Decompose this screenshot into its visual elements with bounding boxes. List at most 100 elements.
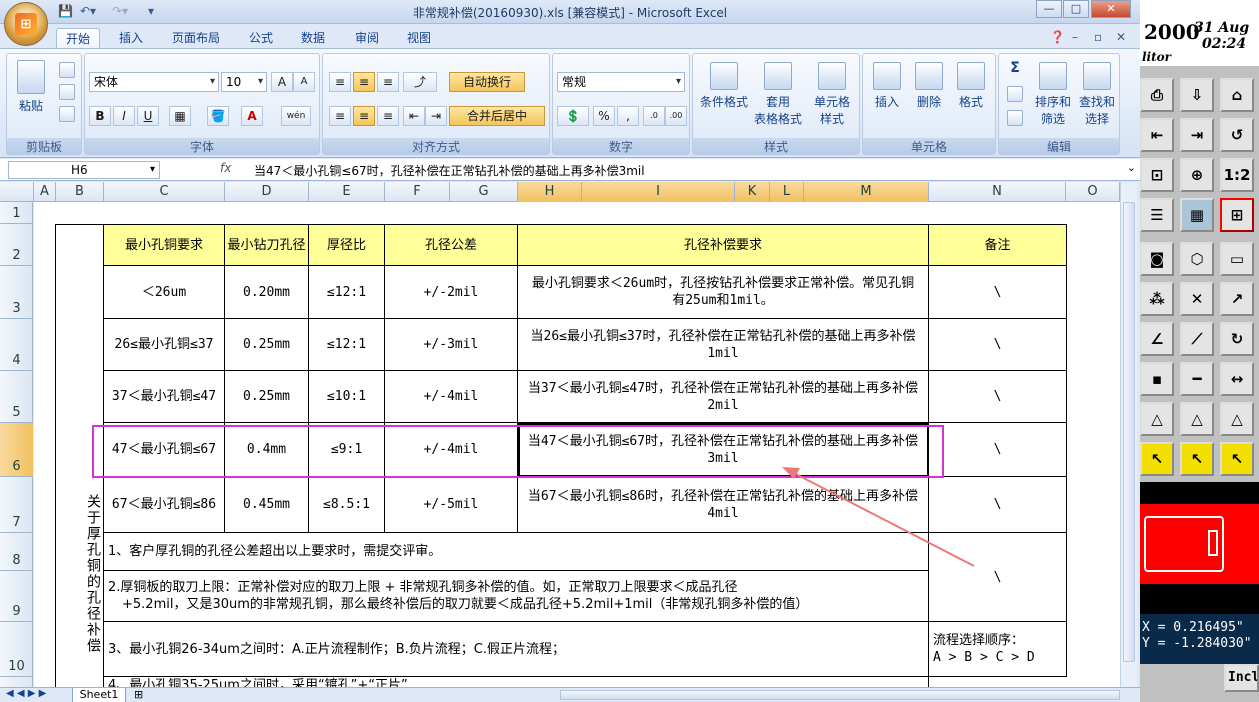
col-header-k[interactable]: K — [735, 182, 770, 202]
fill-icon[interactable] — [1007, 86, 1023, 102]
col-header-l[interactable]: L — [770, 182, 804, 202]
minimize-button[interactable]: — — [1036, 0, 1062, 18]
tool-import-icon[interactable]: ⇤ — [1140, 118, 1174, 152]
col-header-e[interactable]: E — [309, 182, 385, 202]
tab-formulas[interactable]: 公式 — [240, 28, 282, 48]
col-header-n[interactable]: N — [929, 182, 1066, 202]
sheet-nav-icon[interactable]: ◀ ◀ ▶ ▶ — [6, 688, 46, 699]
tool-measure-icon[interactable]: ↔ — [1220, 362, 1254, 396]
comma-button[interactable]: , — [617, 106, 639, 126]
align-right-button[interactable]: ≡ — [377, 106, 399, 126]
row-header-1[interactable]: 1 — [0, 202, 33, 224]
tool-pointer-alt-icon[interactable]: ↖ — [1220, 442, 1254, 476]
tool-grid-icon[interactable]: ▦ — [1180, 198, 1214, 232]
tool-pointer-box-icon[interactable]: ↖ — [1180, 442, 1214, 476]
tool-export-icon[interactable]: ⇥ — [1180, 118, 1214, 152]
tool-triangle-a-icon[interactable]: △ — [1180, 402, 1214, 436]
row-header-5[interactable]: 5 — [0, 371, 33, 423]
align-left-button[interactable]: ≡ — [329, 106, 351, 126]
currency-button[interactable]: 💲 — [557, 106, 589, 126]
underline-button[interactable]: U — [137, 106, 159, 126]
horizontal-scrollbar[interactable] — [560, 690, 1120, 700]
number-format-combo[interactable]: 常规 — [557, 72, 685, 92]
italic-button[interactable]: I — [113, 106, 135, 126]
help-icon[interactable]: ❓ — [1050, 30, 1065, 46]
font-size-combo[interactable]: 10 — [221, 72, 267, 92]
ribbon-close-icon[interactable]: ✕ — [1116, 30, 1126, 46]
bold-button[interactable]: B — [89, 106, 111, 126]
tool-shape-icon[interactable]: ⬡ — [1180, 242, 1214, 276]
tool-angle-icon[interactable]: ∠ — [1140, 322, 1174, 356]
merge-center-button[interactable]: 合并后居中 — [449, 106, 545, 126]
row-header-7[interactable]: 7 — [0, 477, 33, 533]
font-name-combo[interactable]: 宋体 — [89, 72, 219, 92]
col-header-b[interactable]: B — [56, 182, 104, 202]
font-color-button[interactable]: A — [241, 106, 263, 126]
tool-fit-icon[interactable]: ⊡ — [1140, 158, 1174, 192]
tool-line-icon[interactable]: ⟋ — [1180, 322, 1214, 356]
tool-pointer-icon[interactable]: ↖ — [1140, 442, 1174, 476]
col-header-i[interactable]: I — [582, 182, 735, 202]
tool-scale-button[interactable]: 1:2 — [1220, 158, 1254, 192]
ribbon-minimize-icon[interactable]: – — [1072, 30, 1078, 46]
insert-sheet-icon[interactable]: ⊞ — [134, 688, 143, 701]
tool-ruler-icon[interactable]: ▭ — [1220, 242, 1254, 276]
fx-button[interactable]: fx — [220, 161, 231, 175]
tool-triangle-b-icon[interactable]: △ — [1220, 402, 1254, 436]
tool-connect-icon[interactable]: ⁂ — [1140, 282, 1174, 316]
tool-cross-icon[interactable]: ✕ — [1180, 282, 1214, 316]
clear-icon[interactable] — [1007, 110, 1023, 126]
worksheet-grid[interactable]: 关于厚孔铜的孔径补偿 最小孔铜要求 最小钻刀孔径 厚径比 孔径公差 孔径补偿要求… — [34, 202, 1120, 687]
phonetic-button[interactable]: wén — [281, 106, 311, 126]
tool-cycle-icon[interactable]: ↺ — [1220, 118, 1254, 152]
cut-icon[interactable] — [59, 62, 75, 78]
fill-color-button[interactable]: 🪣 — [207, 106, 229, 126]
tool-select-icon[interactable]: ⊞ — [1220, 198, 1254, 232]
row-header-4[interactable]: 4 — [0, 319, 33, 371]
tab-data[interactable]: 数据 — [292, 28, 334, 48]
tab-page-layout[interactable]: 页面布局 — [164, 28, 228, 48]
percent-button[interactable]: % — [593, 106, 615, 126]
autosum-button[interactable]: Σ — [1003, 60, 1027, 76]
tool-home-icon[interactable]: ⌂ — [1220, 78, 1254, 112]
copy-icon[interactable] — [59, 84, 75, 100]
cell-styles-button[interactable]: 单元格 样式 — [805, 62, 859, 127]
col-header-a[interactable]: A — [34, 182, 56, 202]
row-header-6[interactable]: 6 — [0, 423, 33, 477]
format-cells-button[interactable]: 格式 — [951, 62, 991, 110]
increase-indent-button[interactable]: ⇥ — [425, 106, 447, 126]
align-bottom-button[interactable]: ≡ — [377, 72, 399, 92]
incl-button[interactable]: Incl — [1224, 664, 1259, 692]
col-header-d[interactable]: D — [225, 182, 309, 202]
align-top-button[interactable]: ≡ — [329, 72, 351, 92]
format-painter-icon[interactable] — [59, 106, 75, 122]
maximize-button[interactable]: □ — [1063, 0, 1089, 18]
select-all-corner[interactable] — [0, 182, 34, 202]
vertical-scrollbar[interactable] — [1120, 182, 1137, 687]
row-header-10[interactable]: 10 — [0, 622, 33, 677]
delete-cells-button[interactable]: 删除 — [909, 62, 949, 110]
tab-review[interactable]: 审阅 — [346, 28, 388, 48]
office-button[interactable]: ⊞ — [4, 2, 48, 46]
align-middle-button[interactable]: ≡ — [353, 72, 375, 92]
insert-cells-button[interactable]: 插入 — [867, 62, 907, 110]
shrink-font-button[interactable]: A — [293, 72, 315, 92]
tool-triangle-icon[interactable]: △ — [1140, 402, 1174, 436]
wrap-text-button[interactable]: 自动换行 — [449, 72, 525, 92]
row-header-3[interactable]: 3 — [0, 266, 33, 319]
tool-layers-icon[interactable]: ☰ — [1140, 198, 1174, 232]
row-header-2[interactable]: 2 — [0, 224, 33, 266]
col-header-f[interactable]: F — [385, 182, 450, 202]
sheet-tab-sheet1[interactable]: Sheet1 — [72, 688, 126, 702]
conditional-format-button[interactable]: 条件格式 — [697, 62, 751, 110]
tab-home[interactable]: 开始 — [56, 28, 100, 48]
grow-font-button[interactable]: A — [271, 72, 293, 92]
row-header-8[interactable]: 8 — [0, 533, 33, 571]
tool-center-icon[interactable]: ⊕ — [1180, 158, 1214, 192]
tool-arc-icon[interactable]: ↻ — [1220, 322, 1254, 356]
decrease-decimal-button[interactable]: .00 — [665, 106, 687, 126]
increase-decimal-button[interactable]: .0 — [643, 106, 665, 126]
col-header-o[interactable]: O — [1066, 182, 1120, 202]
sort-filter-button[interactable]: 排序和 筛选 — [1031, 62, 1075, 127]
tool-download-icon[interactable]: ⇩ — [1180, 78, 1214, 112]
